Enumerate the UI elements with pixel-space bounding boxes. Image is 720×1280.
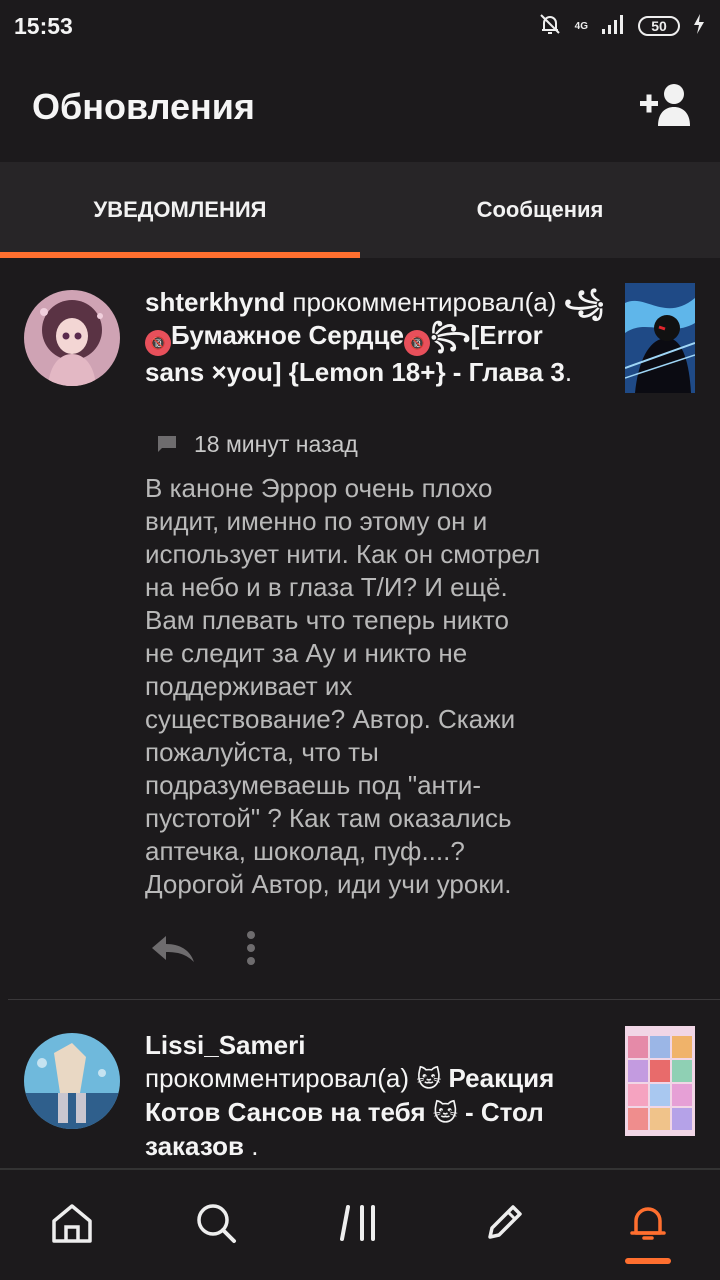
page-title: Обновления — [32, 86, 255, 127]
username[interactable]: Lissi_Sameri — [145, 1030, 305, 1060]
status-bar: 15:53 4G 50 — [0, 0, 720, 52]
search-icon — [194, 1201, 238, 1250]
notification-title[interactable]: shterkhynd прокомментировал(а) ꧁ 🔞 Бумажно… — [145, 286, 605, 389]
work-swirl-right: ꧂ — [429, 320, 471, 350]
bell-icon — [626, 1201, 670, 1250]
work-swirl-left: ꧁ — [563, 287, 605, 317]
status-time: 15:53 — [14, 12, 73, 39]
battery-icon: 50 — [638, 16, 680, 36]
age-badge: 🔞 — [403, 330, 430, 356]
divider — [8, 999, 720, 1000]
action-text: прокомментировал(а) — [145, 1063, 409, 1093]
library-icon — [338, 1201, 382, 1250]
cat-emoji: 🐱 — [432, 1100, 458, 1127]
nav-write[interactable] — [459, 1180, 549, 1270]
bottom-nav — [0, 1168, 720, 1280]
username[interactable]: shterkhynd — [145, 287, 285, 317]
work-cover[interactable] — [625, 283, 695, 393]
bell-muted-icon — [537, 11, 563, 42]
home-icon — [50, 1201, 94, 1250]
time-row: 18 минут назад — [158, 431, 358, 458]
charging-icon — [692, 13, 706, 40]
cat-emoji: 🐱 — [416, 1066, 442, 1093]
notification-feed: shterkhynd прокомментировал(а) ꧁ 🔞 Бумажно… — [0, 258, 720, 1168]
network-label: 4G — [574, 20, 588, 32]
more-options-icon[interactable] — [246, 930, 256, 971]
header: Обновления — [0, 52, 720, 162]
work-cover[interactable] — [625, 1026, 695, 1136]
nav-notifications[interactable] — [603, 1180, 693, 1270]
work-title-part1[interactable]: Бумажное Сердце — [171, 320, 404, 350]
title-period: . — [564, 357, 573, 387]
tab-notifications[interactable]: УВЕДОМЛЕНИЯ — [0, 162, 360, 258]
nav-library[interactable] — [315, 1180, 405, 1270]
action-text: прокомментировал(а) — [292, 287, 557, 317]
signal-icon — [600, 13, 626, 40]
add-user-icon[interactable] — [638, 82, 696, 133]
age-badge: 🔞 — [145, 330, 171, 356]
title-period: . — [243, 1131, 259, 1161]
reply-icon[interactable] — [150, 932, 196, 969]
nav-home[interactable] — [27, 1180, 117, 1270]
comment-text: В каноне Эррор очень плохо видит, именно… — [145, 473, 541, 899]
title-separator: - — [445, 357, 469, 387]
comment-icon — [158, 431, 176, 458]
status-icons: 4G 50 — [537, 11, 706, 42]
time-ago: 18 минут назад — [194, 431, 358, 457]
tab-messages[interactable]: Сообщения — [360, 162, 720, 258]
tab-bar: УВЕДОМЛЕНИЯ Сообщения — [0, 162, 720, 258]
avatar[interactable] — [24, 290, 120, 386]
pencil-icon — [482, 1201, 526, 1250]
title-separator: - — [457, 1097, 481, 1127]
nav-search[interactable] — [171, 1180, 261, 1270]
notification-title[interactable]: Lissi_Sameri прокомментировал(а) 🐱 Реакц… — [145, 1029, 605, 1163]
chapter-title[interactable]: Глава 3 — [469, 357, 565, 387]
avatar[interactable] — [24, 1033, 120, 1129]
comment-actions — [150, 930, 256, 971]
